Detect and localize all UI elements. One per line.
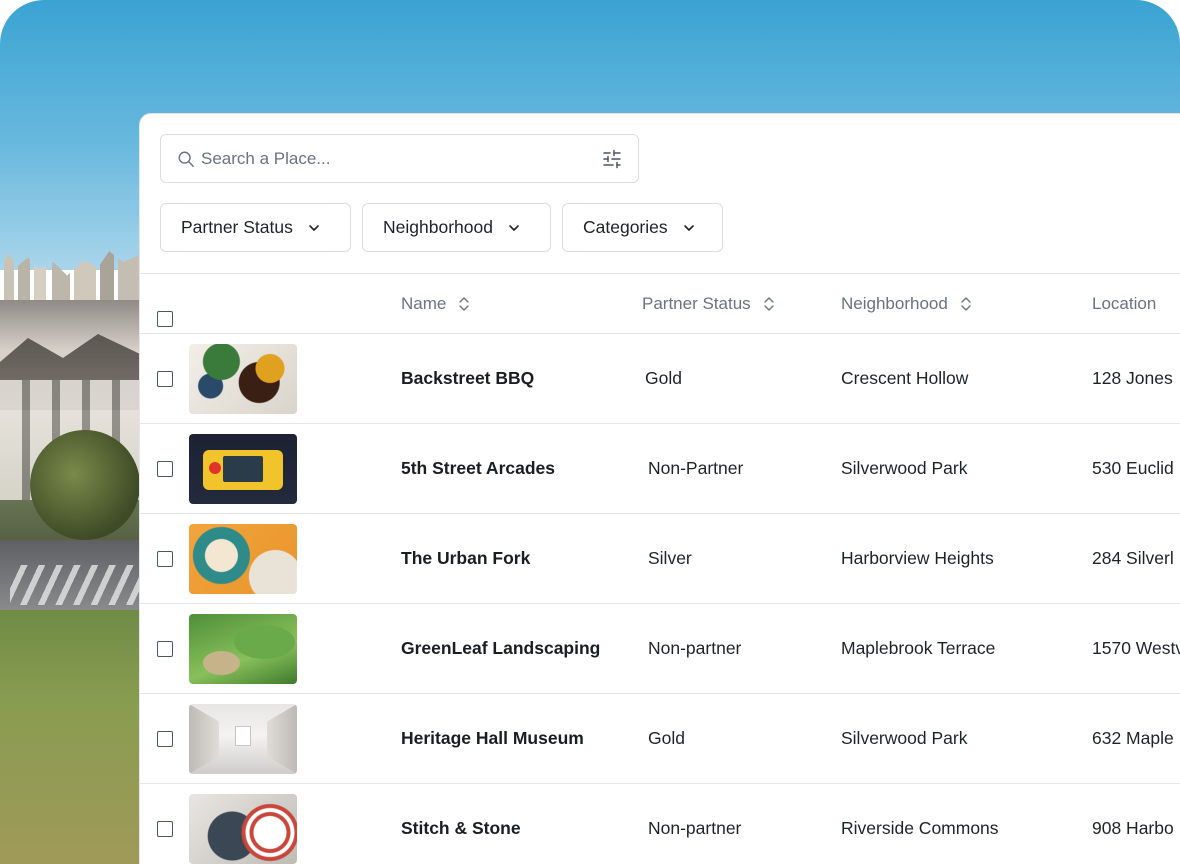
location: 1570 Westv xyxy=(1092,638,1180,658)
place-name[interactable]: 5th Street Arcades xyxy=(401,458,555,479)
neighborhood: Silverwood Park xyxy=(841,458,968,478)
location: 632 Maple xyxy=(1092,728,1174,748)
place-name[interactable]: Heritage Hall Museum xyxy=(401,728,584,749)
chevron-down-icon xyxy=(509,224,519,231)
sliders-icon[interactable] xyxy=(602,149,622,169)
search-input[interactable] xyxy=(201,145,581,173)
column-header-name-label: Name xyxy=(401,294,447,313)
search-bar[interactable] xyxy=(160,134,639,183)
neighborhood-filter[interactable]: Neighborhood xyxy=(362,203,551,252)
partner-status: Non-partner xyxy=(648,818,742,838)
place-thumbnail xyxy=(189,434,297,504)
column-header-neighborhood-label: Neighborhood xyxy=(841,294,948,313)
row-checkbox[interactable] xyxy=(157,371,173,387)
location: 128 Jones xyxy=(1092,368,1173,388)
table-row[interactable]: Backstreet BBQ Gold Crescent Hollow 128 … xyxy=(140,334,1180,424)
sort-icon[interactable] xyxy=(763,295,775,313)
neighborhood: Crescent Hollow xyxy=(841,368,969,388)
table-row[interactable]: Stitch & Stone Non-partner Riverside Com… xyxy=(140,784,1180,864)
column-header-neighborhood[interactable]: Neighborhood xyxy=(841,294,972,314)
neighborhood: Maplebrook Terrace xyxy=(841,638,996,658)
column-header-partner-status-label: Partner Status xyxy=(642,294,751,313)
partner-status: Non-partner xyxy=(648,638,742,658)
place-name[interactable]: Stitch & Stone xyxy=(401,818,521,839)
partner-status: Gold xyxy=(648,728,685,748)
partner-status-filter[interactable]: Partner Status xyxy=(160,203,351,252)
neighborhood: Riverside Commons xyxy=(841,818,999,838)
categories-filter-label: Categories xyxy=(583,217,668,237)
table-header: Name Partner Status Neighborhood Locatio… xyxy=(140,274,1180,334)
row-checkbox[interactable] xyxy=(157,821,173,837)
place-thumbnail xyxy=(189,704,297,774)
place-name[interactable]: GreenLeaf Landscaping xyxy=(401,638,600,659)
places-panel: Partner Status Neighborhood Categories N… xyxy=(139,113,1180,864)
location: 530 Euclid xyxy=(1092,458,1174,478)
row-checkbox[interactable] xyxy=(157,731,173,747)
location: 908 Harbo xyxy=(1092,818,1174,838)
column-header-name[interactable]: Name xyxy=(401,294,470,314)
table-row[interactable]: GreenLeaf Landscaping Non-partner Mapleb… xyxy=(140,604,1180,694)
partner-status: Non-Partner xyxy=(648,458,744,478)
place-name[interactable]: The Urban Fork xyxy=(401,548,530,569)
app-frame: Partner Status Neighborhood Categories N… xyxy=(0,0,1180,864)
place-thumbnail xyxy=(189,794,297,864)
neighborhood: Harborview Heights xyxy=(841,548,994,568)
place-thumbnail xyxy=(189,344,297,414)
neighborhood-filter-label: Neighborhood xyxy=(383,217,493,237)
place-thumbnail xyxy=(189,524,297,594)
sort-icon[interactable] xyxy=(960,295,972,313)
partner-status: Gold xyxy=(645,368,682,388)
neighborhood: Silverwood Park xyxy=(841,728,968,748)
partner-status-filter-label: Partner Status xyxy=(181,217,293,237)
search-icon xyxy=(178,151,194,167)
categories-filter[interactable]: Categories xyxy=(562,203,723,252)
table-row[interactable]: The Urban Fork Silver Harborview Heights… xyxy=(140,514,1180,604)
location: 284 Silverl xyxy=(1092,548,1174,568)
chevron-down-icon xyxy=(683,224,694,231)
sort-icon[interactable] xyxy=(458,295,470,313)
row-checkbox[interactable] xyxy=(157,551,173,567)
select-all-checkbox[interactable] xyxy=(157,311,173,327)
place-name[interactable]: Backstreet BBQ xyxy=(401,368,534,389)
places-table: Name Partner Status Neighborhood Locatio… xyxy=(140,273,1180,864)
partner-status: Silver xyxy=(648,548,692,568)
place-thumbnail xyxy=(189,614,297,684)
table-row[interactable]: Heritage Hall Museum Gold Silverwood Par… xyxy=(140,694,1180,784)
column-header-location-label: Location xyxy=(1092,294,1157,313)
chevron-down-icon xyxy=(309,224,319,231)
row-checkbox[interactable] xyxy=(157,641,173,657)
table-row[interactable]: 5th Street Arcades Non-Partner Silverwoo… xyxy=(140,424,1180,514)
column-header-partner-status[interactable]: Partner Status xyxy=(642,294,775,314)
column-header-location[interactable]: Location xyxy=(1092,294,1156,314)
row-checkbox[interactable] xyxy=(157,461,173,477)
